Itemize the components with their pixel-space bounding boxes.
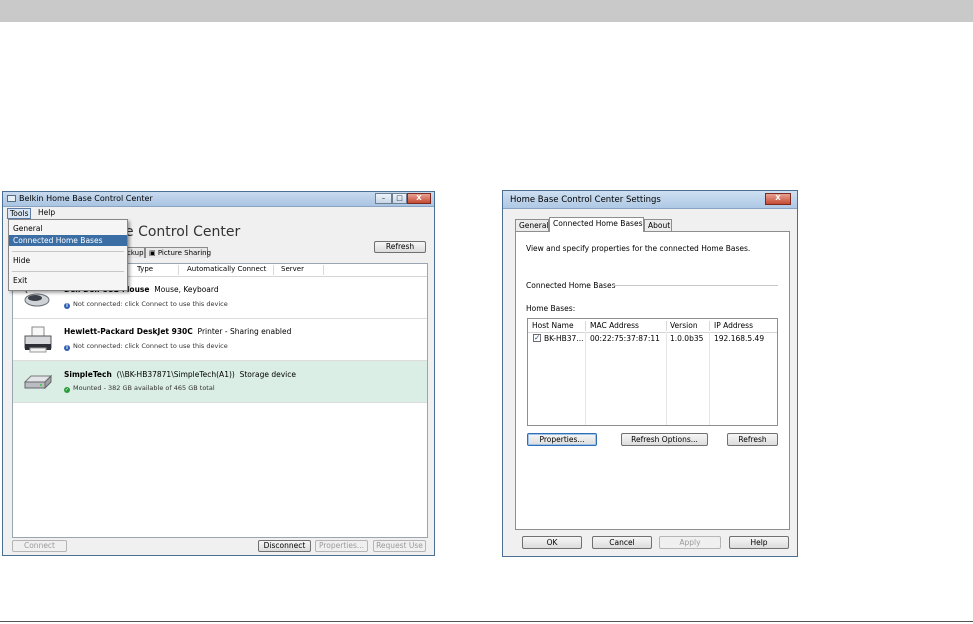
column-divider (178, 265, 179, 275)
column-divider (709, 321, 710, 331)
menu-item-general[interactable]: General (9, 223, 127, 234)
column-divider (666, 321, 667, 331)
app-heading: e Control Center (125, 224, 241, 240)
tab-connected-home-bases[interactable]: Connected Home Bases (549, 217, 644, 232)
grid-line (709, 332, 710, 425)
tab-picture-sharing[interactable]: ▣ Picture Sharing (145, 247, 212, 258)
column-divider (273, 265, 274, 275)
menu-item-connected-home-bases[interactable]: Connected Home Bases (9, 235, 127, 246)
version-cell: 1.0.0b35 (670, 334, 704, 343)
window-title: Belkin Home Base Control Center (19, 194, 153, 203)
menu-item-hide[interactable]: Hide (9, 255, 127, 266)
menu-bar: Tools Help (3, 207, 434, 219)
refresh-button[interactable]: Refresh (727, 433, 778, 446)
page-header-bar (0, 0, 973, 22)
column-server[interactable]: Server (281, 265, 304, 273)
close-button[interactable]: X (407, 193, 431, 204)
group-divider (612, 285, 778, 286)
column-ip-address[interactable]: IP Address (714, 321, 753, 330)
dialog-title: Home Base Control Center Settings (510, 195, 661, 205)
grid-line (585, 332, 586, 425)
connect-button[interactable]: Connect (12, 540, 67, 552)
device-row[interactable]: Hewlett-Packard DeskJet 930C Printer - S… (13, 319, 427, 361)
menu-tools[interactable]: Tools (7, 208, 32, 219)
request-use-button[interactable]: Request Use (373, 540, 426, 552)
settings-dialog: Home Base Control Center Settings X Gene… (502, 190, 798, 557)
column-version[interactable]: Version (670, 321, 698, 330)
page-footer-rule (0, 621, 973, 622)
control-center-window: Belkin Home Base Control Center – □ X To… (2, 191, 435, 556)
device-list: Type Automatically Connect Server Dell D… (12, 263, 428, 538)
ok-button[interactable]: OK (522, 536, 582, 549)
cancel-button[interactable]: Cancel (592, 536, 652, 549)
menu-help[interactable]: Help (36, 208, 57, 217)
info-icon: i (64, 345, 70, 351)
properties-button[interactable]: Properties... (527, 433, 597, 446)
home-bases-list: Host Name MAC Address Version IP Address… (527, 318, 778, 426)
panel-description: View and specify properties for the conn… (526, 244, 751, 253)
mac-address-cell: 00:22:75:37:87:11 (590, 334, 660, 343)
disconnect-button[interactable]: Disconnect (258, 540, 311, 552)
ip-address-cell: 192.168.5.49 (714, 334, 765, 343)
check-icon: ✓ (64, 387, 70, 393)
tab-picture-sharing-label: Picture Sharing (157, 249, 212, 257)
tab-general[interactable]: General (515, 219, 549, 231)
column-type[interactable]: Type (137, 265, 153, 273)
device-name: Hewlett-Packard DeskJet 930C Printer - S… (64, 327, 292, 336)
close-button[interactable]: X (765, 193, 791, 205)
device-row-selected[interactable]: SimpleTech (\\BK-HB37871\SimpleTech(A1))… (13, 361, 427, 403)
row-checkbox[interactable]: ✓ (533, 334, 541, 342)
device-name: SimpleTech (\\BK-HB37871\SimpleTech(A1))… (64, 370, 296, 379)
refresh-button[interactable]: Refresh (374, 241, 426, 253)
device-status: i Not connected: click Connect to use thi… (64, 300, 228, 309)
column-mac-address[interactable]: MAC Address (590, 321, 639, 330)
help-button[interactable]: Help (729, 536, 789, 549)
info-icon: i (64, 303, 70, 309)
drive-icon (23, 374, 53, 390)
device-status: ✓ Mounted - 382 GB available of 465 GB to… (64, 384, 215, 393)
tools-dropdown-menu: General Connected Home Bases Hide Exit (8, 219, 128, 291)
maximize-button[interactable]: □ (392, 193, 407, 204)
home-bases-label: Home Bases: (526, 304, 576, 313)
device-status: i Not connected: click Connect to use thi… (64, 342, 228, 351)
column-divider (323, 265, 324, 275)
column-auto-connect[interactable]: Automatically Connect (187, 265, 266, 273)
menu-separator (12, 251, 124, 252)
grid-line (666, 332, 667, 425)
picture-icon: ▣ (149, 249, 158, 257)
tab-panel: View and specify properties for the conn… (515, 231, 790, 530)
list-item[interactable]: ✓ BK-HB37... 00:22:75:37:87:11 1.0.0b35 … (528, 333, 777, 345)
apply-button[interactable]: Apply (659, 536, 721, 549)
title-bar[interactable]: Belkin Home Base Control Center – □ X (3, 192, 434, 207)
app-icon (7, 195, 16, 202)
column-divider (585, 321, 586, 331)
printer-icon (24, 326, 52, 353)
menu-item-exit[interactable]: Exit (9, 275, 127, 286)
menu-separator (12, 271, 124, 272)
column-host-name[interactable]: Host Name (532, 321, 574, 330)
list-header: Host Name MAC Address Version IP Address (528, 319, 777, 333)
tab-about[interactable]: About (644, 219, 672, 231)
refresh-options-button[interactable]: Refresh Options... (621, 433, 708, 446)
host-name-cell: BK-HB37... (544, 334, 584, 343)
group-label: Connected Home Bases (526, 281, 616, 290)
properties-button[interactable]: Properties... (315, 540, 368, 552)
title-bar[interactable]: Home Base Control Center Settings X (503, 191, 797, 209)
minimize-button[interactable]: – (375, 193, 392, 204)
